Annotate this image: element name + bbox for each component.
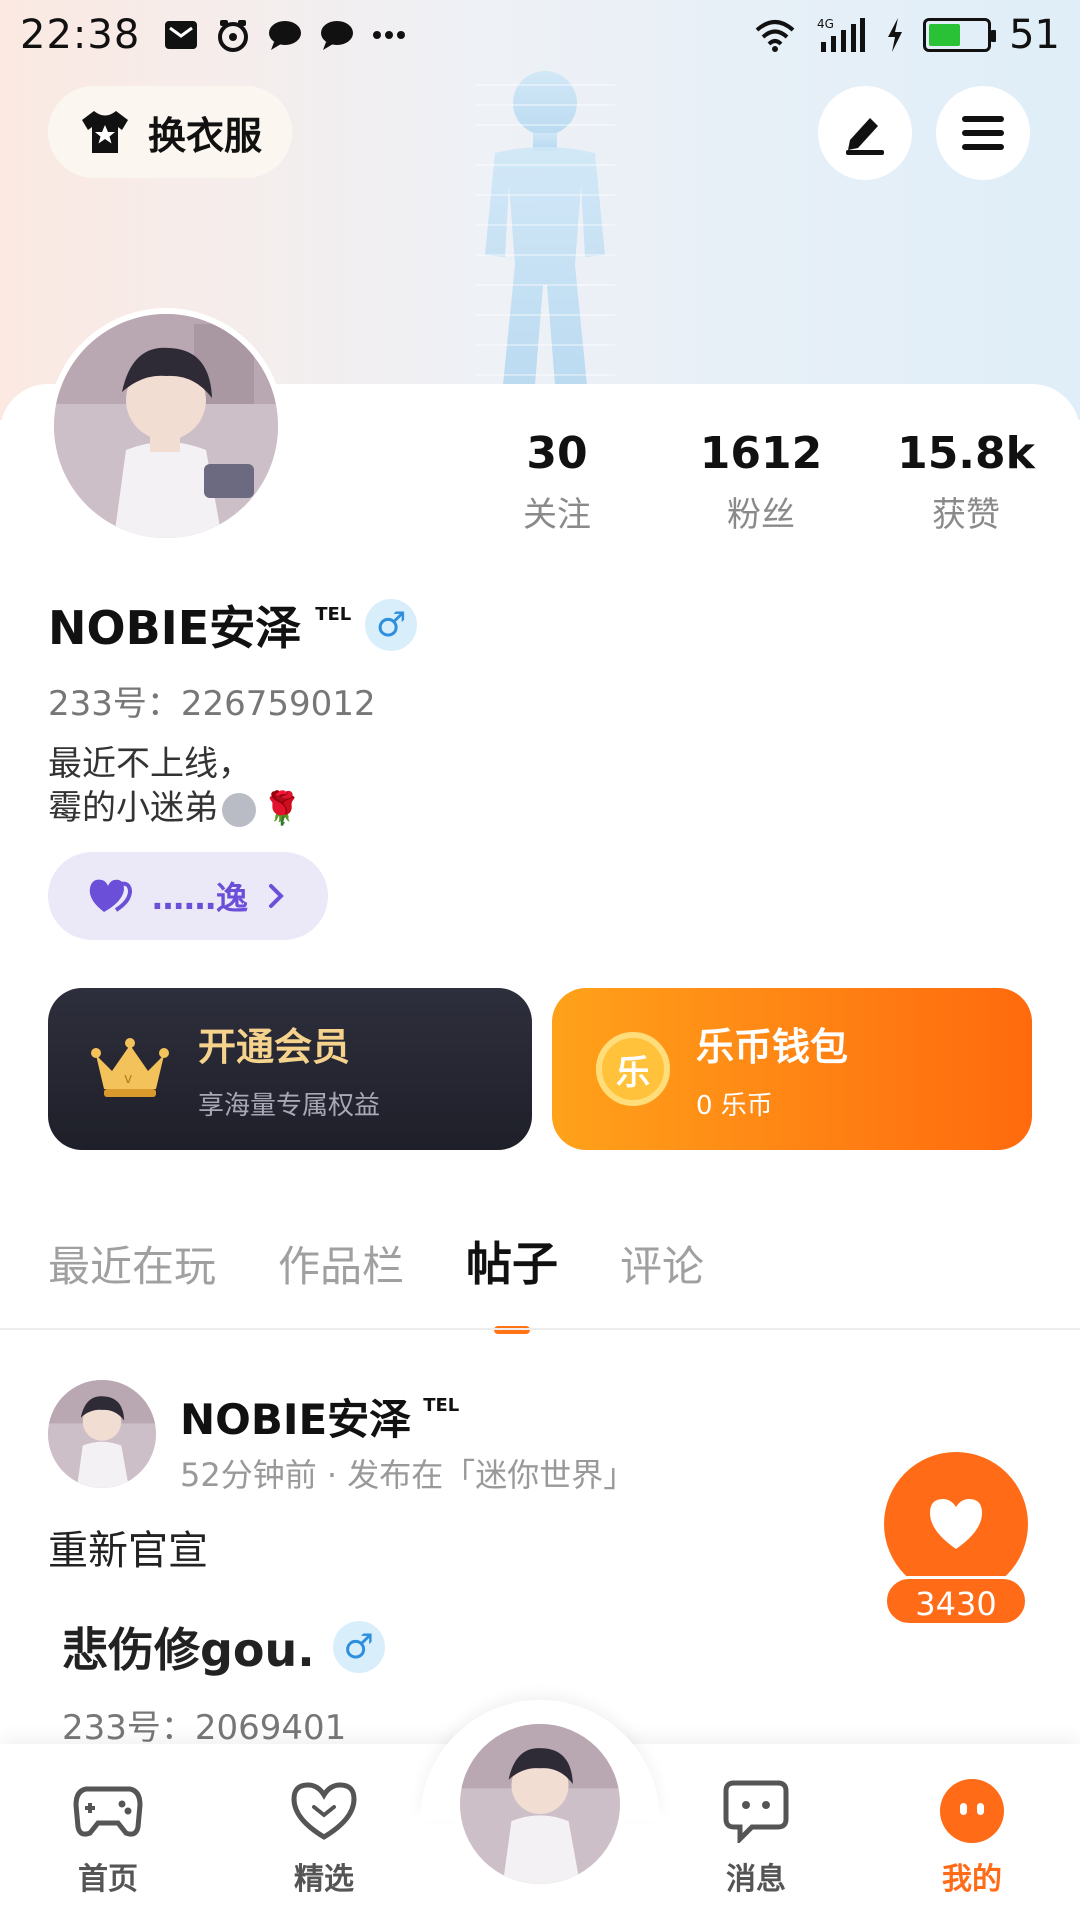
couple-name: ……逸 <box>152 879 249 917</box>
tab-comments[interactable]: 评论 <box>620 1233 704 1294</box>
bio-line-2: 霉的小迷弟 <box>48 788 218 828</box>
quoted-username: 悲伤修gou. <box>62 1623 315 1677</box>
nav-center-avatar[interactable] <box>454 1718 626 1890</box>
rose-emoji-icon: 🌹 <box>262 789 302 827</box>
mail-notification-icon <box>165 21 198 49</box>
vip-membership-card[interactable]: v 开通会员 享海量专属权益 <box>48 988 532 1150</box>
gamepad-icon <box>73 1786 143 1837</box>
chat-notification-icon <box>269 21 302 50</box>
post-avatar-image <box>48 1380 156 1488</box>
stat-following[interactable]: 30 关注 <box>457 428 657 536</box>
nav-featured-label: 精选 <box>294 1862 354 1897</box>
nav-featured[interactable]: 精选 <box>264 1776 384 1898</box>
status-time: 22:38 <box>20 12 141 58</box>
vip-subtitle: 享海量专属权益 <box>198 1091 381 1121</box>
post-content[interactable]: 重新官宣 <box>48 1518 208 1576</box>
post-tel-badge: TEL <box>423 1395 460 1416</box>
profile-avatar[interactable] <box>48 308 284 544</box>
alarm-app-icon <box>218 20 249 52</box>
nav-avatar-image <box>460 1724 620 1884</box>
profile-bio: 最近不上线， 霉的小迷弟 🌹 <box>48 742 302 830</box>
profile-uid: 233号：226759012 <box>48 684 376 724</box>
profile-name-row: NOBIE安泽 TEL ♂ <box>48 592 418 658</box>
nav-home-label: 首页 <box>78 1862 138 1897</box>
wallet-title: 乐币钱包 <box>696 1025 849 1069</box>
tshirt-star-icon <box>82 111 128 153</box>
nav-me[interactable]: 我的 <box>912 1776 1032 1898</box>
like-count: 3430 <box>884 1576 1028 1626</box>
nav-me-label: 我的 <box>942 1862 1002 1897</box>
stat-likes[interactable]: 15.8k 获赞 <box>866 428 1066 536</box>
profile-face-icon <box>940 1779 1004 1843</box>
stat-fans-value: 1612 <box>699 428 823 479</box>
signal-4g-icon: 4G <box>817 17 866 52</box>
avatar-image <box>54 314 278 538</box>
stat-following-value: 30 <box>526 428 588 479</box>
stat-likes-label: 获赞 <box>932 495 1000 535</box>
tabs-divider <box>0 1328 1080 1330</box>
coin-icon: 乐 <box>596 1032 670 1106</box>
battery-level: 51 <box>1009 12 1060 58</box>
nav-home[interactable]: 首页 <box>48 1776 168 1898</box>
svg-text:v: v <box>124 1071 132 1087</box>
wallet-balance: 0 乐币 <box>696 1091 773 1121</box>
vip-title: 开通会员 <box>198 1025 351 1069</box>
moon-emoji-icon <box>222 792 256 827</box>
heart-icon <box>930 1499 982 1549</box>
tel-badge: TEL <box>315 603 352 625</box>
menu-button[interactable] <box>936 86 1030 180</box>
quoted-gender-male-icon: ♂ <box>332 1621 385 1673</box>
change-clothes-label: 换衣服 <box>148 113 263 158</box>
chat-notification-icon-2 <box>321 21 354 50</box>
tab-posts[interactable]: 帖子 <box>466 1228 559 1334</box>
hamburger-icon <box>962 116 1004 150</box>
battery-icon <box>923 18 997 52</box>
stat-fans-label: 粉丝 <box>727 495 795 535</box>
post-meta: 52分钟前 · 发布在「迷你世界」 <box>180 1456 636 1494</box>
post-author-row: NOBIE安泽 TEL <box>180 1386 459 1447</box>
quoted-uid: 233号：2069401 <box>62 1708 347 1748</box>
tab-recently-played[interactable]: 最近在玩 <box>48 1233 216 1294</box>
like-button[interactable] <box>884 1452 1028 1596</box>
profile-tabs: 最近在玩 作品栏 帖子 评论 <box>48 1228 704 1334</box>
stat-following-label: 关注 <box>523 495 591 535</box>
status-bar: 22:38 4G 51 <box>0 0 1080 70</box>
double-heart-icon <box>89 879 133 912</box>
coin-icon-glyph: 乐 <box>616 1052 650 1093</box>
crown-icon: v <box>91 1038 169 1097</box>
wifi-icon <box>755 20 795 52</box>
gender-male-icon: ♂ <box>365 599 418 651</box>
post-author-avatar[interactable] <box>48 1380 156 1488</box>
nav-messages[interactable]: 消息 <box>696 1776 816 1898</box>
profile-username: NOBIE安泽 <box>48 601 302 655</box>
stat-fans[interactable]: 1612 粉丝 <box>661 428 861 536</box>
avatar-hologram-figure <box>475 71 615 385</box>
svg-text:4G: 4G <box>817 17 834 31</box>
chat-icon <box>723 1780 789 1843</box>
chevron-right-icon <box>269 884 284 908</box>
bio-line-1: 最近不上线， <box>48 744 252 784</box>
tab-posts-label: 帖子 <box>466 1237 559 1291</box>
change-clothes-button[interactable]: 换衣服 <box>48 86 292 178</box>
charging-bolt-icon <box>888 18 903 52</box>
stat-likes-value: 15.8k <box>897 428 1035 479</box>
edit-profile-button[interactable] <box>818 86 912 180</box>
couple-link-pill[interactable]: ……逸 <box>48 852 328 940</box>
nav-messages-label: 消息 <box>726 1862 786 1897</box>
pencil-icon <box>846 118 884 155</box>
quoted-user-row[interactable]: 悲伤修gou. ♂ <box>62 1614 385 1680</box>
coin-wallet-card[interactable]: 乐 乐币钱包 0 乐币 <box>552 988 1032 1150</box>
heart-outline-icon <box>291 1782 357 1840</box>
more-notifications-icon <box>373 31 406 39</box>
tab-works[interactable]: 作品栏 <box>278 1233 404 1294</box>
post-author-name[interactable]: NOBIE安泽 <box>180 1386 411 1447</box>
